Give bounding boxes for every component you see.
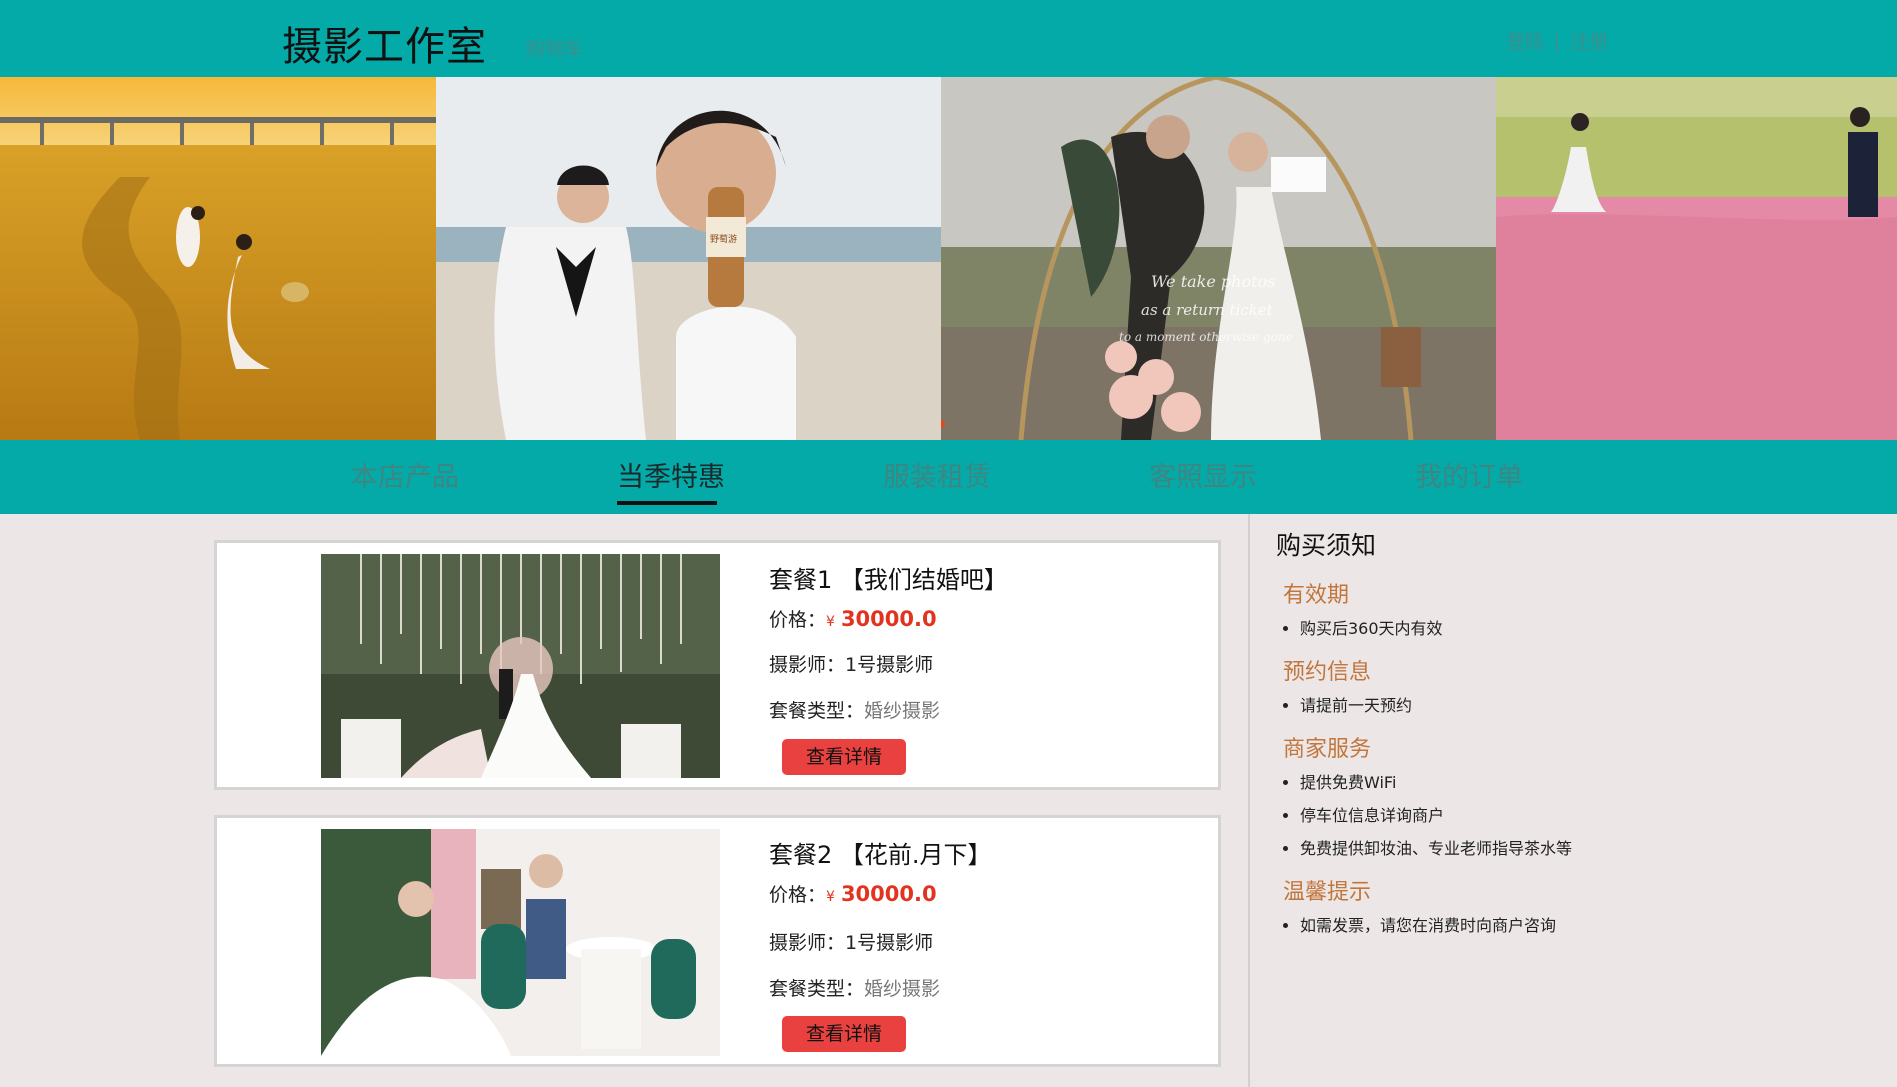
notice-list: 请提前一天预约 [1276, 696, 1836, 716]
tab-seasonal-deals[interactable]: 当季特惠 [617, 455, 725, 494]
package-card: 套餐2 【花前.月下】 价格：¥ 30000.0 摄影师：1号摄影师 套餐类型：婚… [214, 815, 1221, 1067]
photo-banner-carousel[interactable]: 野萄游 We take photos as a return ticket to… [0, 77, 1897, 440]
notice-section-heading: 温馨提示 [1283, 880, 1372, 905]
currency-symbol: ¥ [826, 614, 835, 630]
photographer-value: 1号摄影师 [845, 654, 934, 676]
package-price: 30000.0 [840, 882, 937, 906]
package-photo-wedding-hall[interactable] [321, 554, 720, 778]
column-divider [1248, 514, 1250, 1087]
active-tab-underline [617, 501, 717, 505]
package-type-label: 套餐类型： [769, 978, 865, 1000]
notice-item: 购买后360天内有效 [1300, 619, 1836, 639]
package-photo-flower-moon[interactable] [321, 829, 720, 1056]
purchase-notice-panel: 购买须知 有效期 购买后360天内有效 预约信息 请提前一天预约 商家服务 提供… [1276, 526, 1836, 949]
photographer-row: 摄影师：1号摄影师 [769, 650, 933, 677]
notice-section-heading: 有效期 [1283, 583, 1350, 608]
package-type-value: 婚纱摄影 [864, 700, 941, 722]
bottle-label-text: 野萄游 [710, 233, 737, 245]
price-label: 价格： [769, 884, 827, 906]
notice-list: 提供免费WiFi 停车位信息详询商户 免费提供卸妆油、专业老师指导茶水等 [1276, 773, 1836, 859]
notice-item: 提供免费WiFi [1300, 773, 1836, 793]
overlay-text-line1: We take photos [1151, 272, 1275, 291]
carousel-dot-active[interactable] [941, 420, 945, 428]
auth-separator: | [1554, 31, 1561, 53]
photographer-row: 摄影师：1号摄影师 [769, 928, 933, 955]
notice-section-heading: 商家服务 [1283, 737, 1372, 762]
top-header: 摄影工作室 购物车 登陆 | 注册 [0, 0, 1897, 77]
cart-link[interactable]: 购物车 [526, 34, 583, 61]
package-type-row: 套餐类型：婚纱摄影 [769, 974, 940, 1001]
notice-section-heading: 预约信息 [1283, 660, 1372, 685]
banner-slide-beach-couple: 野萄游 [436, 77, 941, 440]
tab-costume-rental[interactable]: 服装租赁 [883, 455, 991, 494]
overlay-text-line3: to a moment otherwise gone [1119, 330, 1293, 344]
register-link[interactable]: 注册 [1570, 31, 1608, 53]
banner-slide-wheat-field [0, 77, 436, 440]
photographer-label: 摄影师： [769, 932, 846, 954]
photographer-value: 1号摄影师 [845, 932, 934, 954]
package-type-value: 婚纱摄影 [864, 978, 941, 1000]
package-type-row: 套餐类型：婚纱摄影 [769, 696, 940, 723]
price-row: 价格：¥ 30000.0 [769, 605, 937, 632]
view-details-button[interactable]: 查看详情 [782, 1016, 906, 1052]
login-link[interactable]: 登陆 [1506, 31, 1544, 53]
package-type-label: 套餐类型： [769, 700, 865, 722]
overlay-text-line2: as a return ticket [1141, 301, 1274, 319]
site-logo[interactable]: 摄影工作室 [282, 14, 487, 72]
carousel-dots [941, 413, 949, 432]
package-price: 30000.0 [840, 607, 937, 631]
price-row: 价格：¥ 30000.0 [769, 880, 937, 907]
notice-list: 如需发票，请您在消费时向商户咨询 [1276, 916, 1836, 936]
category-nav: 本店产品 当季特惠 服装租赁 客照显示 我的订单 [0, 440, 1897, 514]
package-title: 套餐1 【我们结婚吧】 [769, 566, 1008, 594]
notice-item: 免费提供卸妆油、专业老师指导茶水等 [1300, 839, 1836, 859]
auth-links: 登陆 | 注册 [1506, 27, 1608, 54]
tab-my-orders[interactable]: 我的订单 [1415, 455, 1523, 494]
banner-slide-arch-wedding: We take photos as a return ticket to a m… [941, 77, 1496, 440]
notice-item: 如需发票，请您在消费时向商户咨询 [1300, 916, 1836, 936]
notice-item: 停车位信息详询商户 [1300, 806, 1836, 826]
package-card: 套餐1 【我们结婚吧】 价格：¥ 30000.0 摄影师：1号摄影师 套餐类型：婚… [214, 540, 1221, 790]
notice-item: 请提前一天预约 [1300, 696, 1836, 716]
photographer-label: 摄影师： [769, 654, 846, 676]
banner-slide-pink-grass [1496, 77, 1897, 440]
notice-title: 购买须知 [1276, 531, 1377, 560]
price-label: 价格： [769, 609, 827, 631]
tab-customer-photos[interactable]: 客照显示 [1149, 455, 1257, 494]
view-details-button[interactable]: 查看详情 [782, 739, 906, 775]
notice-list: 购买后360天内有效 [1276, 619, 1836, 639]
currency-symbol: ¥ [826, 889, 835, 905]
tab-products[interactable]: 本店产品 [351, 455, 459, 494]
package-title: 套餐2 【花前.月下】 [769, 841, 992, 869]
